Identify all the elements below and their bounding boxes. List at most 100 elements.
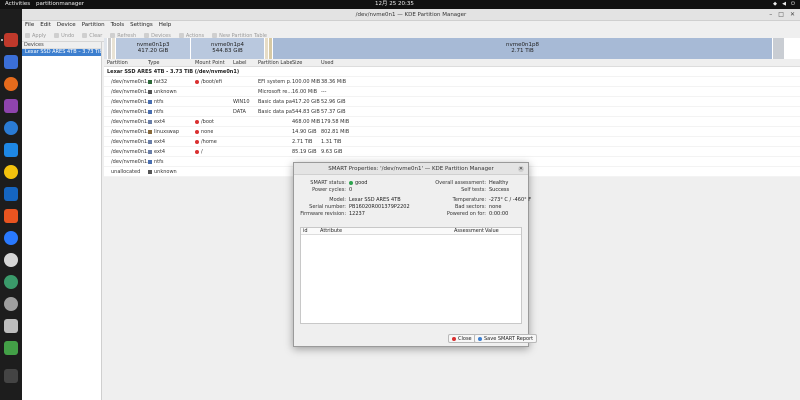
cell-type: fat32	[148, 77, 190, 87]
clock[interactable]: 12月 25 20:35	[375, 0, 414, 9]
table-row[interactable]: /dev/nvme0n1... linuxswap none 14.90 GiB 802…	[104, 127, 800, 137]
close-icon[interactable]: ✕	[790, 9, 795, 21]
filesystem-swatch	[148, 169, 152, 174]
smart-status-text: good	[355, 180, 368, 186]
text-editor-icon[interactable]	[4, 55, 18, 69]
trash-icon[interactable]	[4, 341, 18, 355]
firefox-icon[interactable]	[4, 77, 18, 91]
cell-type-text: ext4	[154, 139, 166, 145]
temperature-label: Temperature:	[452, 197, 486, 203]
col-value[interactable]: Value	[485, 228, 499, 235]
clear-button[interactable]: Clear	[82, 33, 102, 39]
table-row[interactable]: /dev/nvme0n1... ntfs WIN10 Basic data pa...…	[104, 97, 800, 107]
partition-segment[interactable]	[773, 38, 785, 59]
col-attribute[interactable]: Attribute	[320, 228, 342, 235]
smart-attributes-table[interactable]: id Attribute Assessment Value	[300, 227, 522, 324]
window-titlebar[interactable]: /dev/nvme0n1 — KDE Partition Manager – □…	[22, 9, 800, 21]
cell-partition-label: Basic data pa...	[258, 99, 292, 105]
dialog-title: SMART Properties: '/dev/nvme0n1' — KDE P…	[328, 166, 494, 172]
temperature-value: -273° C / -460° F	[489, 197, 532, 203]
col-partition-label[interactable]: Partition Label	[258, 59, 292, 67]
menu-settings[interactable]: Settings	[130, 21, 153, 30]
filesystem-swatch	[148, 89, 152, 94]
col-used[interactable]: Used	[321, 59, 349, 67]
cell-size: 14.90 GiB	[292, 129, 317, 135]
app-icon[interactable]	[4, 275, 18, 289]
cell-partition-label: Microsoft re...	[258, 89, 292, 95]
cell-type-text: ntfs	[154, 109, 164, 115]
save-button-label: Save SMART Report	[484, 336, 534, 342]
cell-used: 38.36 MiB	[321, 79, 347, 85]
partition-segment-p3[interactable]: nvme0n1p3 417.20 GiB	[116, 38, 191, 59]
cell-partition: /dev/nvme0n1...	[111, 119, 149, 125]
cell-mount: /boot	[195, 117, 231, 127]
minimize-icon[interactable]: –	[769, 9, 772, 21]
table-header: Partition Type Mount Point Label Partiti…	[104, 59, 800, 67]
activities-button[interactable]: Activities	[5, 0, 30, 9]
col-size[interactable]: Size	[292, 59, 320, 67]
col-type[interactable]: Type	[148, 59, 190, 67]
undo-label: Undo	[61, 32, 75, 39]
menu-device[interactable]: Device	[57, 21, 76, 30]
power-cycles-value: 0	[349, 187, 353, 193]
cell-type: ntfs	[148, 107, 190, 117]
apply-button[interactable]: Apply	[25, 33, 46, 39]
partition-segment-p4[interactable]: nvme0n1p4 544.83 GiB	[191, 38, 265, 59]
col-mount[interactable]: Mount Point	[195, 59, 231, 67]
cell-mount-text: /boot	[201, 119, 214, 125]
menu-edit[interactable]: Edit	[40, 21, 51, 30]
table-row[interactable]: /dev/nvme0n1... ext4/boot 468.00 MiB 179.58…	[104, 117, 800, 127]
col-partition[interactable]: Partition	[107, 59, 145, 67]
software-icon[interactable]	[4, 209, 18, 223]
cell-used: 179.58 MiB	[321, 119, 349, 125]
undo-button[interactable]: Undo	[54, 33, 74, 39]
cell-type: ext4	[148, 137, 190, 147]
col-label[interactable]: Label	[233, 59, 255, 67]
dialog-titlebar[interactable]: SMART Properties: '/dev/nvme0n1' — KDE P…	[294, 163, 528, 175]
menu-bar: File Edit Device Partition Tools Setting…	[22, 21, 800, 30]
cell-mount: /	[195, 147, 231, 157]
table-row[interactable]: /dev/nvme0n1... ext4/home 2.71 TiB 1.31 TiB	[104, 137, 800, 147]
help-icon[interactable]	[4, 231, 18, 245]
menu-tools[interactable]: Tools	[111, 21, 125, 30]
settings-icon[interactable]	[4, 297, 18, 311]
maximize-icon[interactable]: □	[778, 9, 784, 21]
table-row[interactable]: /dev/nvme0n1... fat32/boot/efi EFI system …	[104, 77, 800, 87]
col-id[interactable]: id	[303, 228, 308, 235]
table-row[interactable]: /dev/nvme0n1...ntfsDATABasic data pa...5…	[104, 107, 800, 117]
serial-label: Serial number:	[309, 204, 346, 210]
filesystem-swatch	[148, 109, 152, 114]
filesystem-swatch	[148, 129, 152, 134]
app-menu[interactable]: partitionmanager	[36, 0, 84, 9]
dialog-close-icon[interactable]: ✕	[518, 166, 524, 172]
save-smart-report-button[interactable]: Save SMART Report	[474, 334, 538, 343]
devices-pane: Devices Lexar SSD ARES 4TB – 3.73 TiB	[22, 42, 102, 400]
main-window: /dev/nvme0n1 — KDE Partition Manager – □…	[22, 9, 800, 400]
writer-icon[interactable]	[4, 187, 18, 201]
cell-type: ntfs	[148, 97, 190, 107]
app-icon[interactable]	[4, 253, 18, 267]
col-assessment[interactable]: Assessment	[454, 228, 484, 235]
partition-manager-icon[interactable]	[4, 33, 18, 47]
app-icon[interactable]	[4, 143, 18, 157]
thunderbird-icon[interactable]	[4, 121, 18, 135]
system-tray[interactable]: ◆ ◀ ⏻	[772, 0, 796, 9]
device-item[interactable]: Lexar SSD ARES 4TB – 3.73 TiB	[22, 49, 101, 56]
close-icon	[452, 336, 456, 341]
model-label: Model:	[329, 197, 346, 203]
rhythmbox-icon[interactable]	[4, 165, 18, 179]
show-apps-icon[interactable]	[4, 369, 18, 383]
table-row[interactable]: /dev/nvme0n1... ext4 / 85.19 GiB 9.63 GiB	[104, 147, 800, 157]
menu-partition[interactable]: Partition	[82, 21, 105, 30]
clear-label: Clear	[89, 32, 103, 39]
close-button[interactable]: Close	[448, 334, 476, 343]
app-icon[interactable]	[4, 99, 18, 113]
cell-partition: /dev/nvme0n1...	[111, 149, 149, 155]
disk-icon[interactable]	[4, 319, 18, 333]
table-row[interactable]: /dev/nvme0n1... unknown Microsoft re... 16.…	[104, 87, 800, 97]
partition-segment-p8[interactable]: nvme0n1p8 2.71 TiB	[273, 38, 773, 59]
menu-file[interactable]: File	[25, 21, 34, 30]
menu-help[interactable]: Help	[159, 21, 172, 30]
cell-partition: /dev/nvme0n1...	[111, 109, 149, 115]
drive-row[interactable]: Lexar SSD ARES 4TB - 3.73 TiB (/dev/nvme…	[104, 67, 800, 77]
